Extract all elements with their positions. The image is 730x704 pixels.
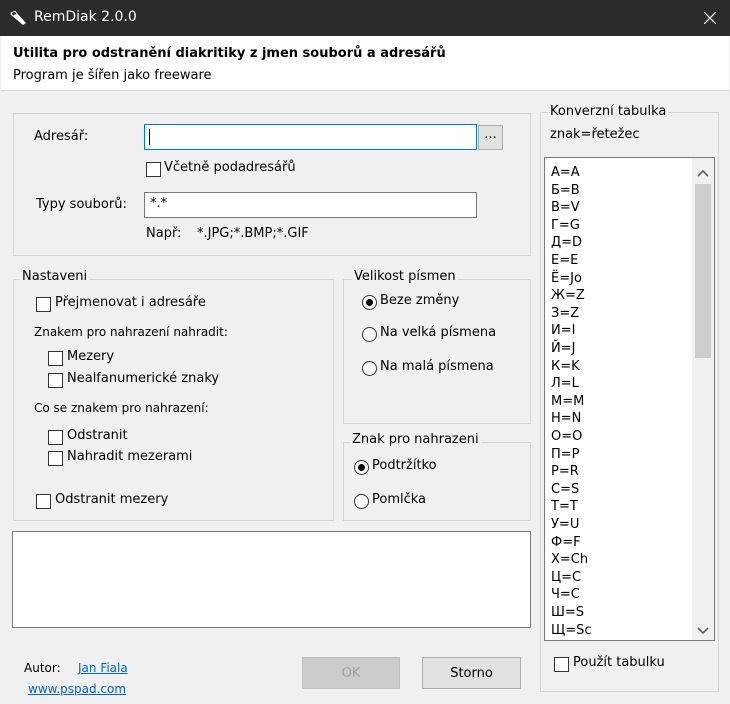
- conversion-item[interactable]: О=O: [551, 428, 582, 445]
- spaces-checkbox[interactable]: [48, 351, 63, 366]
- conversion-format-label: znak=řetežec: [550, 127, 640, 142]
- title-bar: RemDiak 2.0.0: [0, 0, 730, 36]
- replace-spaces-checkbox[interactable]: [48, 451, 63, 466]
- website-link[interactable]: www.pspad.com: [28, 682, 126, 696]
- conversion-item[interactable]: Ж=Z: [551, 287, 585, 304]
- letter-case-group-label: Velikost písmen: [352, 269, 458, 284]
- directory-label: Adresář:: [34, 129, 89, 144]
- example-value: *.JPG;*.BMP;*.GIF: [197, 226, 309, 241]
- underscore-radio[interactable]: [354, 460, 369, 475]
- settings-group-label: Nastaveni: [20, 269, 90, 284]
- conversion-item[interactable]: Д=D: [551, 234, 582, 251]
- conversion-item[interactable]: Ц=C: [551, 569, 581, 586]
- spaces-label: Mezery: [67, 349, 115, 364]
- case-lower-radio[interactable]: [362, 361, 377, 376]
- conversion-list[interactable]: А=A Б=B В=V Г=G Д=D Е=E Ё=Jo Ж=Z З=Z И=I Й=J К=K Л=L…: [544, 157, 715, 641]
- conversion-item[interactable]: Л=L: [551, 375, 579, 392]
- what-to-do-label: Co se znakem pro nahrazení:: [34, 401, 209, 415]
- use-table-label: Použít tabulku: [573, 655, 665, 670]
- header: Utilita pro odstranění diakritiky z jmen…: [1, 36, 729, 91]
- case-unchanged-radio[interactable]: [362, 295, 377, 310]
- file-types-input[interactable]: *.*: [144, 192, 477, 218]
- directory-input[interactable]: [144, 124, 477, 150]
- text-caret: [149, 129, 150, 145]
- header-title: Utilita pro odstranění diakritiky z jmen…: [13, 46, 446, 61]
- remove-spaces-checkbox[interactable]: [36, 494, 51, 509]
- scroll-down-icon[interactable]: [697, 624, 709, 635]
- close-icon[interactable]: [690, 0, 730, 36]
- case-upper-label: Na velká písmena: [380, 325, 497, 340]
- replace-spaces-label: Nahradit mezerami: [67, 449, 193, 464]
- list-scrollbar[interactable]: [692, 158, 714, 640]
- case-lower-label: Na malá písmena: [380, 359, 494, 374]
- conversion-item[interactable]: Т=T: [551, 498, 578, 515]
- conversion-item[interactable]: Е=E: [551, 252, 578, 269]
- conversion-item[interactable]: В=V: [551, 199, 580, 216]
- ok-button[interactable]: OK: [302, 657, 400, 689]
- file-types-label: Typy souborů:: [36, 197, 127, 212]
- cancel-button[interactable]: Storno: [422, 657, 521, 689]
- include-subdirs-label: Včetně podadresářů: [164, 160, 296, 175]
- underscore-label: Podtržítko: [372, 458, 437, 473]
- file-types-value: *.*: [150, 196, 168, 211]
- conversion-item[interactable]: Й=J: [551, 340, 575, 357]
- remove-checkbox[interactable]: [48, 430, 63, 445]
- browse-button[interactable]: ...: [478, 125, 503, 150]
- conversion-item[interactable]: Х=Ch: [551, 551, 588, 568]
- conversion-item[interactable]: Б=B: [551, 182, 580, 199]
- replace-char-group-label: Znak pro nahrazeni: [350, 432, 481, 447]
- window-title: RemDiak 2.0.0: [34, 9, 137, 25]
- conversion-item[interactable]: С=S: [551, 481, 579, 498]
- settings-group: [13, 279, 334, 521]
- nonalnum-checkbox[interactable]: [48, 373, 63, 388]
- example-prefix: Např:: [146, 226, 182, 241]
- rename-dirs-checkbox[interactable]: [36, 297, 51, 312]
- conversion-item[interactable]: Ш=S: [551, 604, 584, 621]
- conversion-item[interactable]: Ф=F: [551, 534, 581, 551]
- conversion-item[interactable]: П=P: [551, 446, 580, 463]
- rename-dirs-label: Přejmenovat i adresáře: [55, 295, 206, 310]
- conversion-item[interactable]: Р=R: [551, 463, 579, 480]
- remove-label: Odstranit: [67, 428, 128, 443]
- conversion-item[interactable]: Г=G: [551, 217, 580, 234]
- log-output-box[interactable]: [12, 531, 531, 628]
- conversion-item[interactable]: Щ=Sc: [551, 622, 592, 639]
- conversion-item[interactable]: У=U: [551, 516, 579, 533]
- conversion-item[interactable]: И=I: [551, 322, 575, 339]
- case-upper-radio[interactable]: [362, 327, 377, 342]
- author-label: Autor:: [24, 661, 61, 675]
- conversion-item[interactable]: К=K: [551, 358, 580, 375]
- dash-label: Pomlčka: [372, 492, 427, 507]
- replace-with-char-label: Znakem pro nahrazení nahradit:: [34, 325, 228, 339]
- dash-radio[interactable]: [354, 494, 369, 509]
- scroll-thumb[interactable]: [695, 184, 711, 358]
- conversion-item[interactable]: Ч=C: [551, 586, 580, 603]
- conversion-group-label: Konverzní tabulka: [548, 104, 669, 119]
- app-icon: [8, 8, 28, 28]
- header-subtitle: Program je šířen jako freeware: [13, 68, 212, 83]
- conversion-item[interactable]: А=A: [551, 164, 580, 181]
- remove-spaces-label: Odstranit mezery: [55, 492, 169, 507]
- nonalnum-label: Nealfanumerické znaky: [67, 371, 220, 386]
- include-subdirs-checkbox[interactable]: [146, 162, 161, 177]
- conversion-item[interactable]: М=M: [551, 393, 584, 410]
- author-link[interactable]: Jan Fiala: [78, 661, 128, 675]
- replace-char-group: [343, 442, 531, 521]
- case-unchanged-label: Beze změny: [380, 293, 460, 308]
- conversion-item[interactable]: Н=N: [551, 410, 581, 427]
- conversion-item[interactable]: З=Z: [551, 305, 579, 322]
- use-table-checkbox[interactable]: [554, 657, 569, 672]
- conversion-item[interactable]: Ё=Jo: [551, 270, 582, 287]
- scroll-up-icon[interactable]: [697, 166, 709, 177]
